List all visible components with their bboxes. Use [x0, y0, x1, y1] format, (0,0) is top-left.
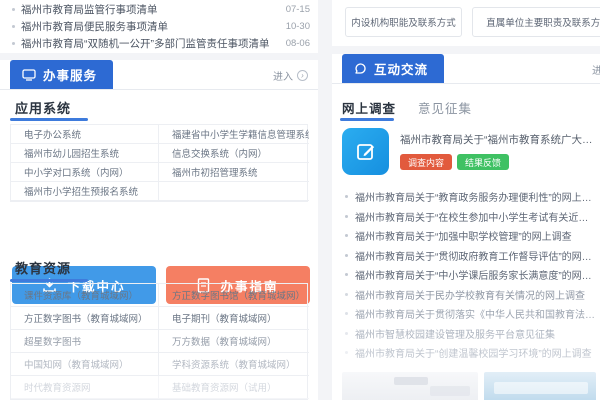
bullet-dot-icon	[345, 234, 348, 237]
document-title[interactable]: 福州市教育局“双随机一公开”多部门监管责任事项清单	[21, 36, 278, 51]
bullet-dot-icon	[345, 351, 348, 354]
active-tab-underline	[340, 118, 394, 121]
tab-opinion-collection[interactable]: 意见征集	[418, 98, 472, 117]
app-system-link[interactable]: 福州市小学招生预报名系统	[11, 182, 159, 201]
banner-image[interactable]	[484, 372, 596, 400]
enter-label: 进	[592, 62, 600, 77]
survey-item[interactable]: 福州市教育局关于“贯彻政府教育工作督导评估”的网上调查	[342, 246, 596, 266]
active-tab-underline	[10, 279, 88, 282]
banner-decoration	[394, 377, 428, 385]
bullet-dot-icon	[345, 332, 348, 335]
enter-link[interactable]: 进	[592, 62, 600, 77]
list-item[interactable]: 福州市教育局“双随机一公开”多部门监管责任事项清单 08-06	[0, 35, 318, 52]
interaction-icon	[354, 62, 367, 75]
banner-decoration	[430, 386, 470, 396]
app-system-link[interactable]: 福州市幼儿园招生系统	[11, 144, 159, 163]
app-system-link[interactable]: 福建省中小学生学籍信息管理系统	[159, 125, 309, 144]
contact-links-card: 内设机构职能及联系方式 直属单位主要职责及联系方式	[332, 0, 600, 46]
interaction-panel: 互动交流 进 网上调查 意见征集 福州市教育局关于“福州市教育系统广大离退休同志…	[332, 54, 600, 400]
survey-title[interactable]: 福州市教育局关于民办学校教育有关情况的网上调查	[355, 287, 585, 302]
survey-title[interactable]: 福州市教育局关于“教育政务服务办理便利性”的网上调查	[355, 189, 596, 204]
resource-link[interactable]: 课件资源库（教育城域网）	[11, 284, 159, 307]
bullet-dot-icon	[345, 293, 348, 296]
active-tab-underline	[10, 118, 88, 121]
banner-text-decoration	[494, 382, 588, 394]
survey-item[interactable]: 福州市教育局关于民办学校教育有关情况的网上调查	[342, 285, 596, 305]
survey-title[interactable]: 福州市教育局关于“贯彻政府教育工作督导评估”的网上调查	[355, 248, 596, 263]
tab-interaction[interactable]: 互动交流	[342, 54, 444, 83]
list-item[interactable]: 福州市教育局便民服务事项清单 10-30	[0, 18, 318, 35]
service-panel: 办事服务 进入 › 应用系统 电子办公系统 福建省中小学生学籍信息管理系统 福州…	[0, 60, 318, 400]
app-system-link[interactable]: 福州市初招管理系统	[159, 163, 309, 182]
resource-link[interactable]: 学科资源系统（教育城域网）	[159, 353, 309, 376]
bullet-dot-icon	[345, 312, 348, 315]
enter-arrow-icon: ›	[297, 70, 308, 81]
service-panel-icon	[22, 69, 36, 81]
resource-link[interactable]: 方正数字图书馆（教育城域网）	[159, 284, 309, 307]
featured-survey-title[interactable]: 福州市教育局关于“福州市教育系统广大离退休同志…	[400, 132, 596, 147]
survey-item[interactable]: 福州市教育局关于“加强中职学校管理”的网上调查	[342, 226, 596, 246]
document-date: 10-30	[286, 21, 310, 32]
banner-image[interactable]	[342, 372, 478, 400]
survey-item[interactable]: 福州市教育局关于“中小学课后服务家长满意度”的网上调查	[342, 265, 596, 285]
list-item[interactable]: 福州市教育局监管行事项清单 07-15	[0, 1, 318, 18]
survey-item[interactable]: 福州市教育局关于“教育政务服务办理便利性”的网上调查	[342, 187, 596, 207]
survey-title[interactable]: 福州市教育局关于“中小学课后服务家长满意度”的网上调查	[355, 267, 596, 282]
education-resources-title: 教育资源	[15, 258, 71, 277]
survey-title[interactable]: 福州市教育局关于“创建温馨校园学习环境”的网上调查	[355, 345, 592, 360]
document-date: 08-06	[286, 38, 310, 49]
tab-interaction-label: 互动交流	[374, 59, 428, 78]
survey-item[interactable]: 福州市教育局关于“在校生参加中小学生考试有关近视防控教育情…	[342, 207, 596, 227]
affiliated-units-contact-button[interactable]: 直属单位主要职责及联系方式	[472, 7, 600, 37]
bullet-dot-icon	[345, 254, 348, 257]
divider	[332, 83, 600, 84]
document-title[interactable]: 福州市教育局监管行事项清单	[21, 2, 278, 17]
app-systems-table: 电子办公系统 福建省中小学生学籍信息管理系统 福州市幼儿园招生系统 信息交换系统…	[10, 124, 308, 202]
document-date: 07-15	[286, 4, 310, 15]
enter-link[interactable]: 进入 ›	[273, 68, 308, 83]
resource-link[interactable]: 中国知网（教育城域网）	[11, 353, 159, 376]
tab-service-label: 办事服务	[43, 65, 97, 84]
internal-org-contact-button[interactable]: 内设机构职能及联系方式	[345, 7, 462, 37]
resource-link[interactable]: 超星数字图书	[11, 330, 159, 353]
bullet-dot-icon	[12, 25, 15, 28]
survey-title[interactable]: 福州市智慧校园建设管理及服务平台意见征集	[355, 326, 555, 341]
survey-content-badge[interactable]: 调查内容	[400, 154, 452, 170]
bullet-dot-icon	[12, 42, 15, 45]
app-system-link[interactable]	[159, 182, 309, 201]
education-resources-table: 课件资源库（教育城域网） 方正数字图书馆（教育城域网） 方正数字图书（教育城域网…	[10, 283, 308, 400]
resource-link[interactable]: 时代教育资源网	[11, 376, 159, 399]
bullet-dot-icon	[345, 215, 348, 218]
tab-service[interactable]: 办事服务	[10, 60, 113, 89]
survey-pencil-icon[interactable]	[342, 128, 389, 175]
app-system-link[interactable]: 信息交换系统（内网）	[159, 144, 309, 163]
survey-item[interactable]: 福州市教育局关于“创建温馨校园学习环境”的网上调查	[342, 343, 596, 363]
survey-title[interactable]: 福州市教育局关于“在校生参加中小学生考试有关近视防控教育情…	[355, 209, 596, 224]
resource-link[interactable]: 方正数字图书（教育城域网）	[11, 307, 159, 330]
enter-label: 进入	[273, 68, 293, 83]
bullet-dot-icon	[12, 8, 15, 11]
app-system-link[interactable]: 电子办公系统	[11, 125, 159, 144]
tab-app-systems[interactable]: 应用系统	[15, 98, 71, 117]
document-list-card: 福州市教育局监管行事项清单 07-15 福州市教育局便民服务事项清单 10-30…	[0, 0, 318, 53]
resource-link[interactable]: 电子期刊（教育城域网）	[159, 307, 309, 330]
bullet-dot-icon	[345, 273, 348, 276]
survey-list: 福州市教育局关于“教育政务服务办理便利性”的网上调查 福州市教育局关于“在校生参…	[342, 187, 596, 363]
divider	[0, 89, 318, 90]
app-system-link[interactable]: 中小学对口系统（内网）	[11, 163, 159, 182]
survey-item[interactable]: 福州市教育局关于贯彻落实《中华人民共和国教育法》和《福建…	[342, 304, 596, 324]
bullet-dot-icon	[345, 195, 348, 198]
survey-item[interactable]: 福州市智慧校园建设管理及服务平台意见征集	[342, 324, 596, 344]
document-title[interactable]: 福州市教育局便民服务事项清单	[21, 19, 278, 34]
result-feedback-badge[interactable]: 结果反馈	[457, 154, 509, 170]
resource-link[interactable]: 万方数据（教育城域网）	[159, 330, 309, 353]
survey-title[interactable]: 福州市教育局关于贯彻落实《中华人民共和国教育法》和《福建…	[355, 306, 596, 321]
survey-title[interactable]: 福州市教育局关于“加强中职学校管理”的网上调查	[355, 228, 572, 243]
resource-link[interactable]: 基础教育资源网（试用）	[159, 376, 309, 399]
tab-online-survey[interactable]: 网上调查	[342, 98, 396, 117]
